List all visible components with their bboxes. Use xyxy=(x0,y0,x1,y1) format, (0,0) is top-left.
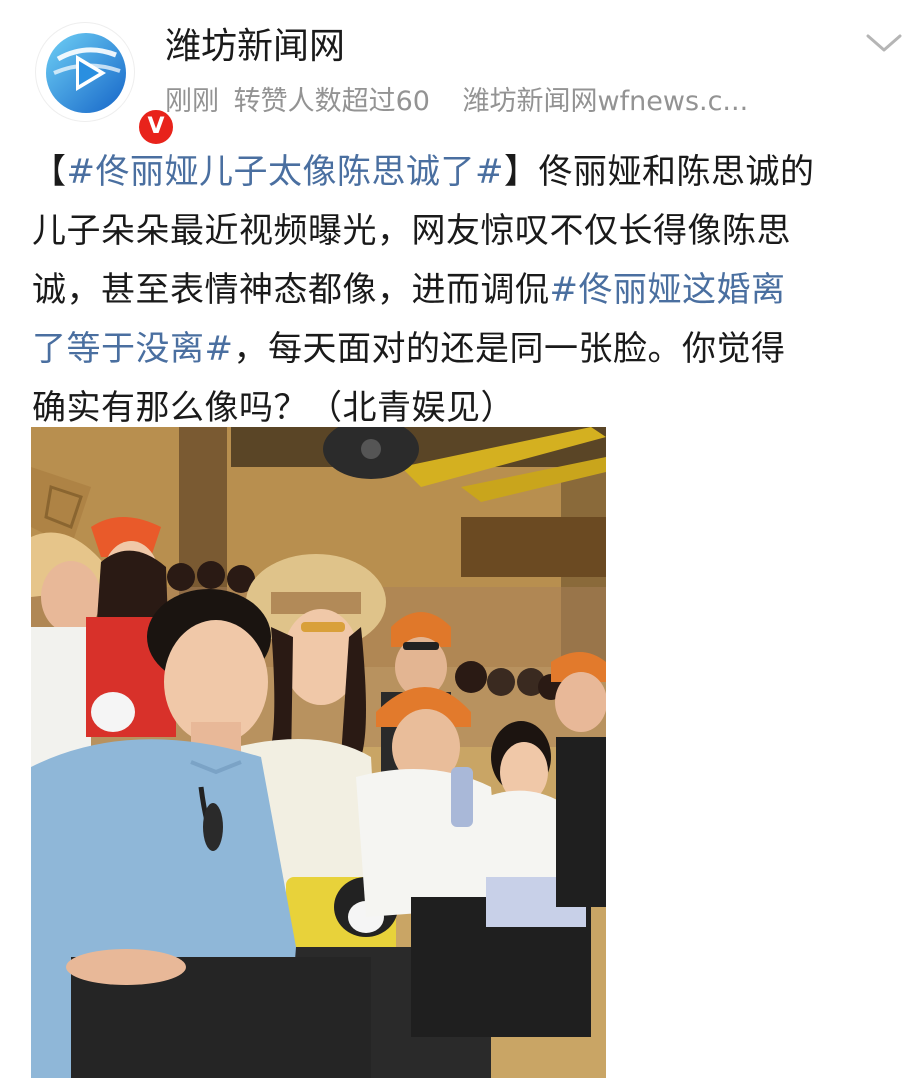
hashtag-link[interactable]: 了等于没离# xyxy=(32,329,234,369)
post-meta: 刚刚 转赞人数超过60 潍坊新闻网wfnews.c... xyxy=(165,84,754,120)
hashtag-link[interactable]: #佟丽娅这婚离 xyxy=(550,270,786,310)
post-source[interactable]: 潍坊新闻网wfnews.c... xyxy=(463,86,749,117)
post-text-segment: 确实有那么像吗？（北青娱见） xyxy=(32,388,515,428)
post-text-segment: 【 xyxy=(32,152,67,192)
audience-photo-image xyxy=(31,427,606,1078)
post-time: 刚刚 xyxy=(165,86,219,117)
hashtag-link[interactable]: #佟丽娅儿子太像陈思诚了# xyxy=(67,152,504,192)
post-text-segment: 儿子朵朵最近视频曝光，网友惊叹不仅长得像陈思 xyxy=(32,211,791,251)
post-photo[interactable] xyxy=(31,427,606,1078)
post-text-segment: 诚，甚至表情神态都像，进而调侃 xyxy=(32,270,550,310)
wfnews-play-logo-icon xyxy=(46,33,126,113)
post-text-line: 诚，甚至表情神态都像，进而调侃#佟丽娅这婚离 xyxy=(32,261,902,320)
account-avatar[interactable]: V xyxy=(35,22,176,147)
post-text-line: 儿子朵朵最近视频曝光，网友惊叹不仅长得像陈思 xyxy=(32,202,902,261)
post-text-line: 【#佟丽娅儿子太像陈思诚了#】佟丽娅和陈思诚的 xyxy=(32,143,902,202)
post-header: V 潍坊新闻网 刚刚 转赞人数超过60 潍坊新闻网wfnews.c... xyxy=(0,0,919,147)
post-text-segment: ，每天面对的还是同一张脸。你觉得 xyxy=(233,329,786,369)
post-text-segment: 】佟丽娅和陈思诚的 xyxy=(503,152,815,192)
post-text-line: 了等于没离#，每天面对的还是同一张脸。你觉得 xyxy=(32,320,902,379)
account-name[interactable]: 潍坊新闻网 xyxy=(165,24,345,70)
post-stats: 转赞人数超过60 xyxy=(233,86,430,117)
chevron-down-icon[interactable] xyxy=(864,28,904,58)
post-body: 【#佟丽娅儿子太像陈思诚了#】佟丽娅和陈思诚的儿子朵朵最近视频曝光，网友惊叹不仅… xyxy=(32,143,902,438)
